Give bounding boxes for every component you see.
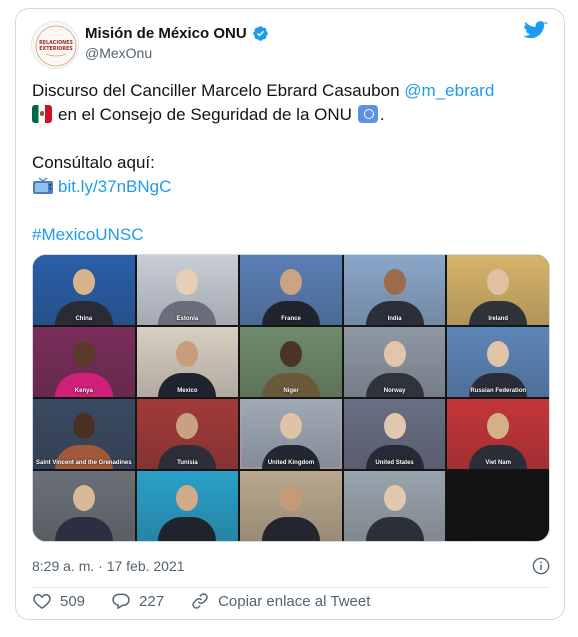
tweet-line-4: bit.ly/37nBNgC xyxy=(32,175,552,199)
sre-logo-icon: RELACIONES EXTERIORES xyxy=(35,25,77,67)
participant-tile xyxy=(136,471,239,541)
timestamp[interactable]: 8:29 a. m. · 17 feb. 2021 xyxy=(32,558,185,574)
tweet-line-2: en el Consejo de Seguridad de la ONU. xyxy=(32,103,552,127)
participant-tile: Ireland xyxy=(447,255,549,325)
participant-head xyxy=(383,413,406,439)
participant-country-label: India xyxy=(387,316,402,322)
svg-text:RELACIONES: RELACIONES xyxy=(39,40,73,46)
participant-tile xyxy=(240,471,342,541)
participant-tile xyxy=(343,471,446,541)
participant-head xyxy=(383,485,406,511)
tweet-line-1: Discurso del Canciller Marcelo Ebrard Ca… xyxy=(32,79,552,103)
participant-country-label: Russian Federation xyxy=(470,388,527,394)
participant-head xyxy=(176,341,199,367)
mexico-flag-icon xyxy=(32,105,52,123)
reply-count: 227 xyxy=(139,592,165,610)
participant-country-label: Ireland xyxy=(488,316,509,322)
participant-tile xyxy=(447,471,549,541)
tweet-card[interactable]: RELACIONES EXTERIORES Misión de México O… xyxy=(15,8,565,620)
video-conference-grid: China Estonia France India Ireland Kenya Mexic… xyxy=(33,255,549,541)
participant-country-label: Niger xyxy=(283,388,299,394)
participant-head xyxy=(72,269,95,295)
participant-tile: Mexico xyxy=(136,327,239,397)
participant-head xyxy=(487,341,510,367)
participant-tile: United Kingdom xyxy=(240,399,342,469)
twitter-bird-icon[interactable] xyxy=(524,21,548,41)
participant-tile: Kenya xyxy=(33,327,135,397)
un-flag-icon xyxy=(357,105,378,123)
short-link[interactable]: bit.ly/37nBNgC xyxy=(58,177,171,196)
participant-head xyxy=(279,485,302,511)
link-chain-icon xyxy=(192,593,208,609)
reply-button[interactable]: 227 xyxy=(111,591,164,611)
participant-country-label: Estonia xyxy=(176,316,199,322)
participant-country-label: Tunisia xyxy=(177,460,198,466)
mention-link[interactable]: @m_ebrard xyxy=(404,81,494,100)
participant-head xyxy=(176,413,199,439)
reply-bubble-icon xyxy=(112,593,130,610)
participant-head xyxy=(487,413,510,439)
participant-head xyxy=(72,413,95,439)
participant-country-label: China xyxy=(75,316,93,322)
participant-head xyxy=(383,269,406,295)
tweet-line-5: #MexicoUNSC xyxy=(32,223,552,247)
divider xyxy=(32,587,550,588)
participant-tile: India xyxy=(343,255,446,325)
participant-country-label: France xyxy=(281,316,301,322)
tweet-body: Discurso del Canciller Marcelo Ebrard Ca… xyxy=(32,79,552,247)
participant-head xyxy=(176,269,199,295)
participant-country-label: Kenya xyxy=(74,388,93,394)
participant-tile: Estonia xyxy=(136,255,239,325)
hashtag-link[interactable]: #MexicoUNSC xyxy=(32,225,143,244)
participant-head xyxy=(279,413,302,439)
participant-head xyxy=(383,341,406,367)
handle[interactable]: @MexOnu xyxy=(85,45,152,61)
participant-tile: Saint Vincent and the Grenadines xyxy=(33,399,135,469)
participant-head xyxy=(279,341,302,367)
participant-country-label: United Kingdom xyxy=(267,460,315,466)
participant-tile: Viet Nam xyxy=(447,399,549,469)
participant-tile: Niger xyxy=(240,327,342,397)
participant-tile: Norway xyxy=(343,327,446,397)
media-image[interactable]: China Estonia France India Ireland Kenya Mexic… xyxy=(32,254,550,542)
participant-country-label: United States xyxy=(375,460,414,466)
participant-head xyxy=(487,485,510,511)
info-icon[interactable] xyxy=(532,557,550,575)
participant-head xyxy=(72,341,95,367)
verified-badge-icon xyxy=(252,26,268,41)
copy-link-button[interactable]: Copiar enlace al Tweet xyxy=(190,591,370,611)
participant-country-label: Mexico xyxy=(177,388,198,394)
participant-tile xyxy=(33,471,135,541)
participant-head xyxy=(487,269,510,295)
participant-head xyxy=(72,485,95,511)
participant-tile: China xyxy=(33,255,135,325)
participant-country-label: Saint Vincent and the Grenadines xyxy=(36,460,132,466)
display-name[interactable]: Misión de México ONU xyxy=(85,25,247,42)
participant-head xyxy=(279,269,302,295)
participant-tile: United States xyxy=(343,399,446,469)
participant-tile: Russian Federation xyxy=(447,327,549,397)
participant-tile: France xyxy=(240,255,342,325)
tweet-line-3: Consúltalo aquí: xyxy=(32,153,155,172)
participant-tile: Tunisia xyxy=(136,399,239,469)
avatar[interactable]: RELACIONES EXTERIORES xyxy=(31,21,79,69)
participant-country-label: Norway xyxy=(383,388,406,394)
like-count: 509 xyxy=(60,592,86,610)
tweet-text-segment: . xyxy=(379,105,385,124)
tweet-text-segment: en el Consejo de Seguridad de la ONU xyxy=(58,105,352,124)
television-icon xyxy=(33,177,53,194)
svg-text:EXTERIORES: EXTERIORES xyxy=(39,46,73,52)
copy-link-label: Copiar enlace al Tweet xyxy=(218,592,371,610)
participant-country-label: Viet Nam xyxy=(485,460,511,466)
tweet-actions: 509 227 Copiar enlace al Tweet xyxy=(32,591,396,611)
participant-head xyxy=(176,485,199,511)
heart-icon xyxy=(33,593,51,609)
like-button[interactable]: 509 xyxy=(32,591,85,611)
tweet-text-segment: Discurso del Canciller Marcelo Ebrard Ca… xyxy=(32,81,405,100)
